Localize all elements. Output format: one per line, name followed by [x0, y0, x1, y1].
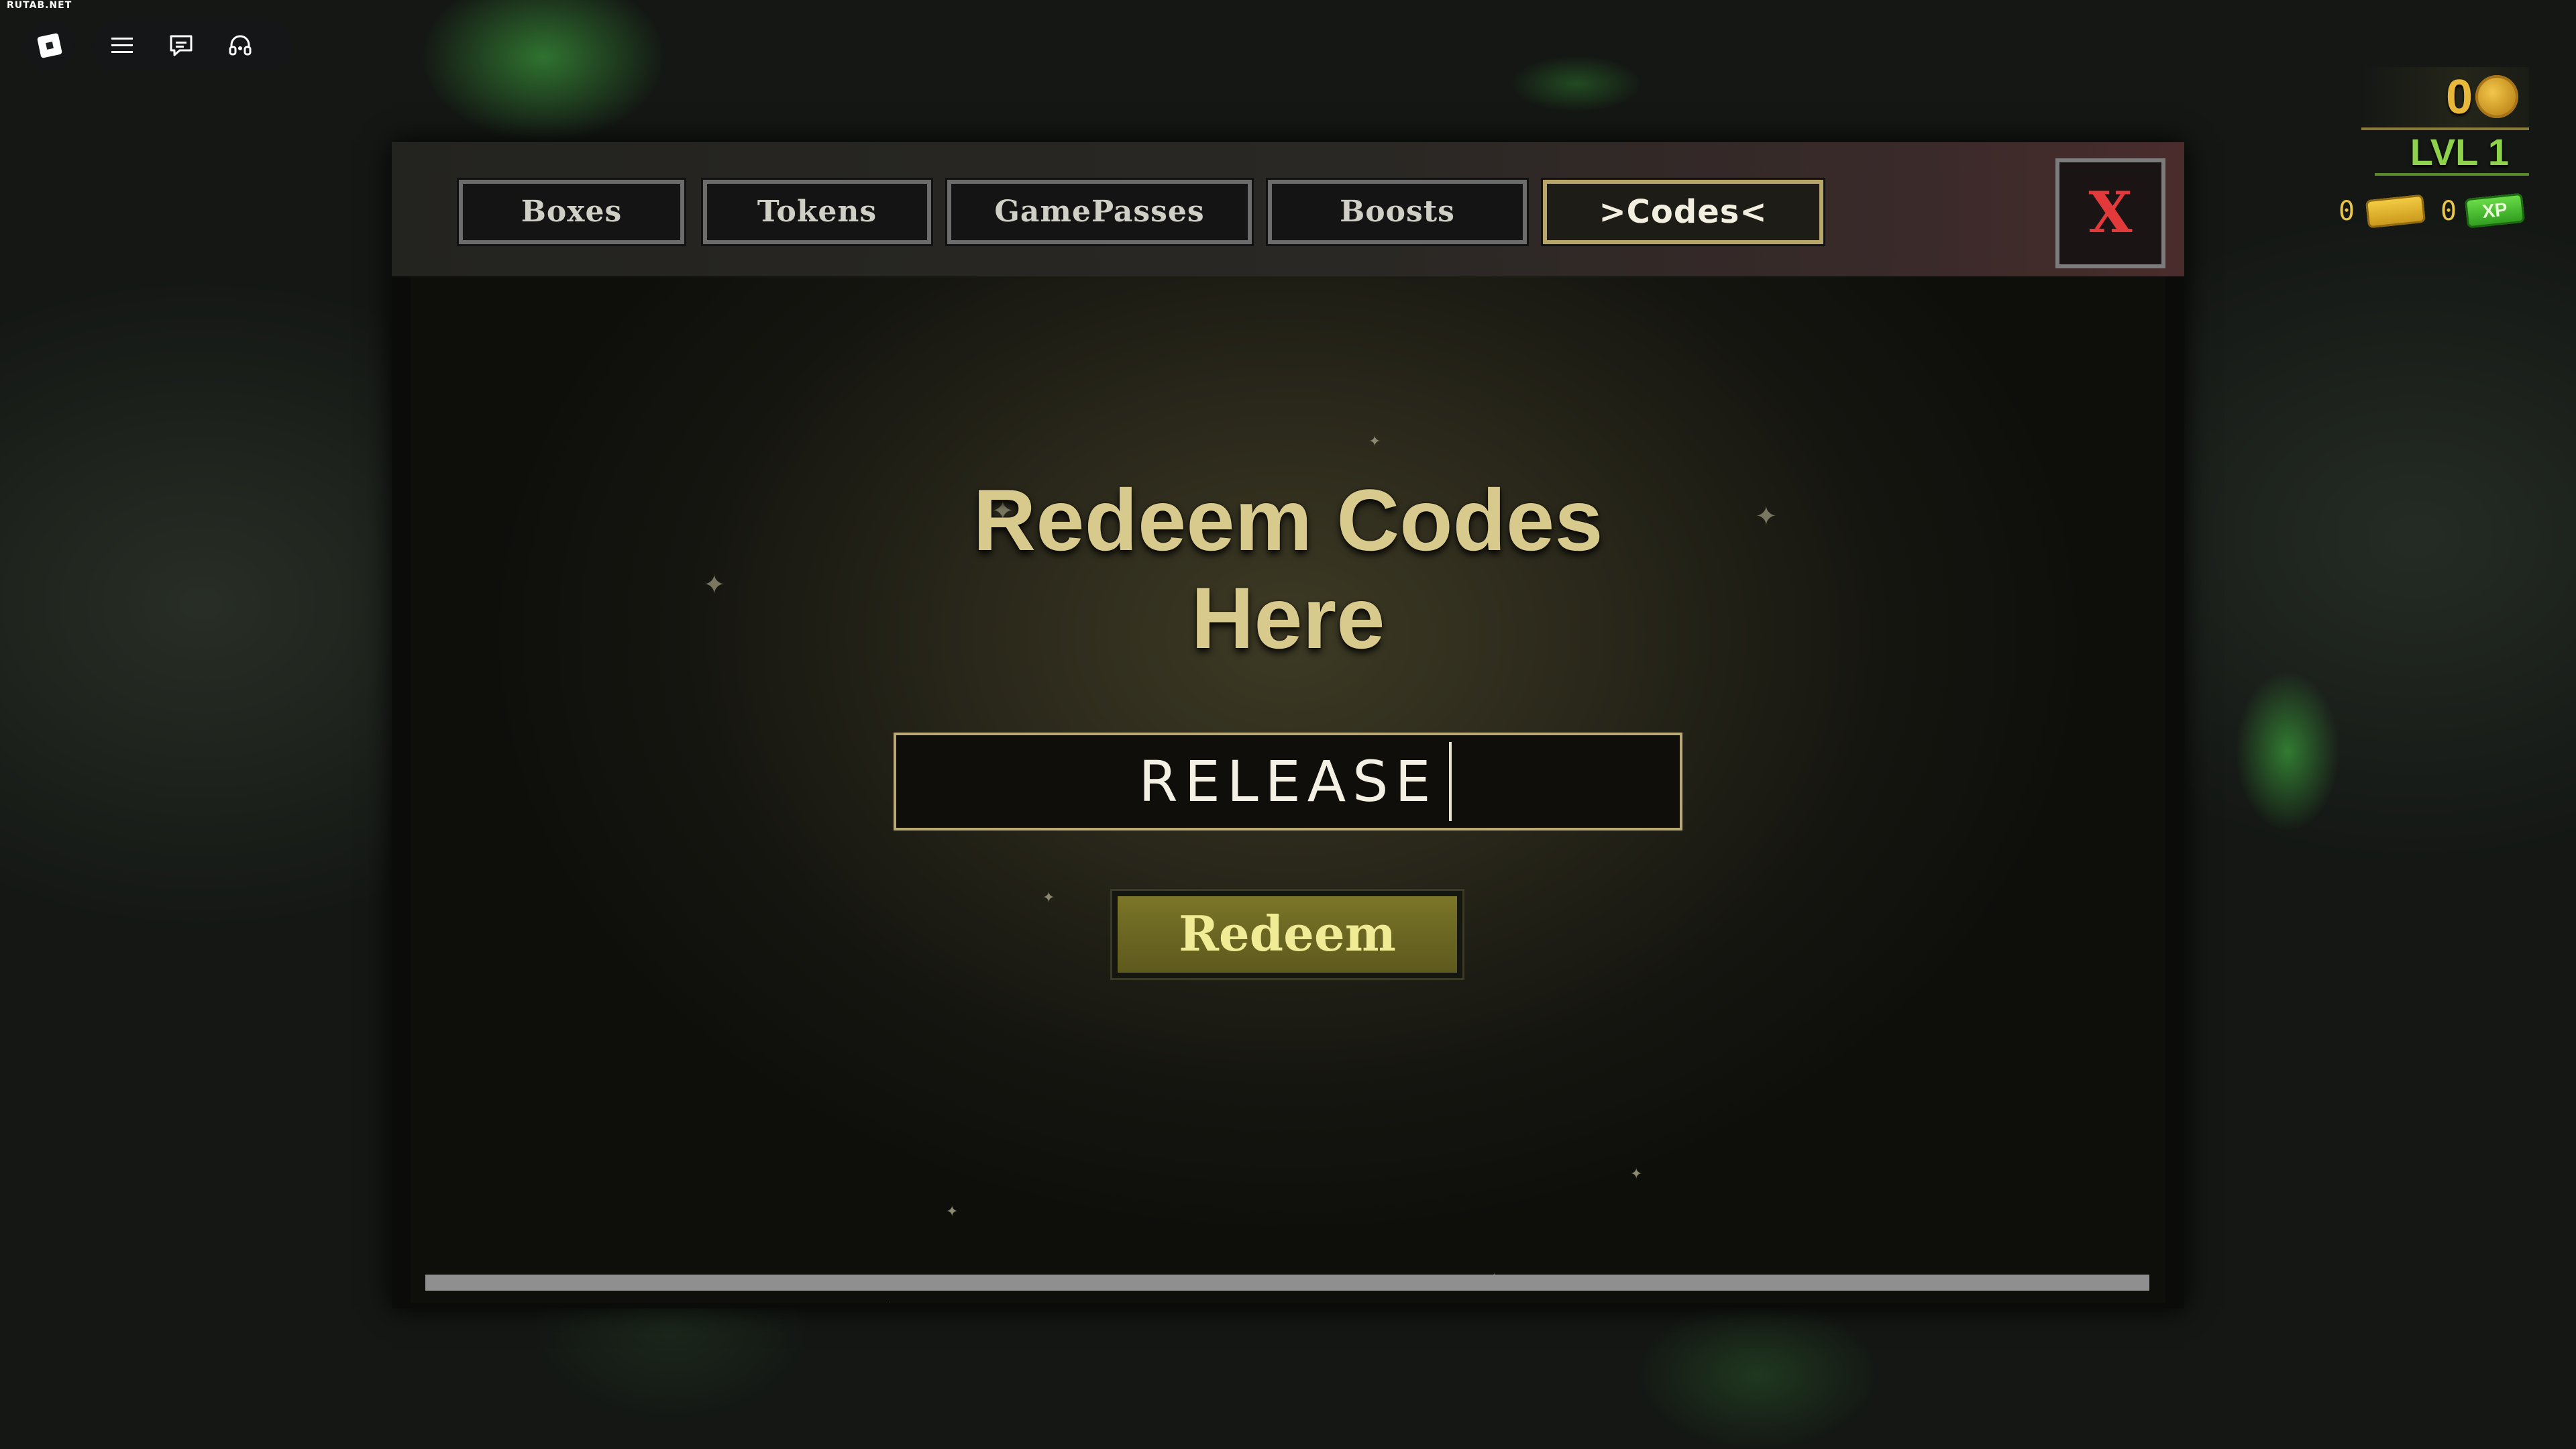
watermark-text: RUTAB.NET [7, 0, 72, 11]
coins-value: 0 [2445, 70, 2473, 124]
menu-icon[interactable] [109, 32, 136, 59]
roblox-logo-icon [37, 33, 62, 58]
xp-boosts-value: 0 [2440, 196, 2457, 227]
tab-bar: Boxes Tokens GamePasses Boosts >Codes< X [392, 142, 2184, 276]
redeem-title: Redeem Codes Here [411, 471, 2165, 667]
tab-boxes[interactable]: Boxes [457, 178, 686, 246]
coins-display: 0 [2361, 67, 2529, 130]
ticket-icon [2365, 194, 2426, 229]
sparkle-icon: ✦ [1042, 890, 1055, 906]
tab-gamepasses[interactable]: GamePasses [945, 178, 1254, 246]
text-caret [1449, 742, 1452, 821]
sparkle-icon: ✦ [879, 1299, 902, 1303]
redeem-title-line2: Here [1191, 569, 1385, 667]
code-input-box[interactable] [894, 733, 1682, 830]
tickets-value: 0 [2339, 196, 2355, 227]
sparkle-icon: ✦ [1630, 1166, 1643, 1183]
roblox-menu-button[interactable] [24, 20, 75, 71]
tab-boosts[interactable]: Boosts [1266, 178, 1529, 246]
tab-tokens[interactable]: Tokens [701, 178, 933, 246]
close-button[interactable]: X [2055, 158, 2165, 268]
code-input[interactable] [896, 735, 1680, 828]
roblox-controls-pill [91, 20, 292, 71]
redeem-title-line1: Redeem Codes [973, 471, 1603, 569]
headset-icon[interactable] [227, 32, 254, 59]
sparkle-icon: ✦ [1368, 433, 1381, 450]
level-display: LVL 1 [2375, 129, 2529, 176]
coin-icon [2475, 75, 2518, 118]
roblox-top-bar [24, 20, 292, 71]
scrollbar[interactable] [425, 1275, 2149, 1291]
sparkle-icon: ✦ [946, 1203, 959, 1220]
xp-icon: XP [2464, 193, 2526, 229]
tab-codes[interactable]: >Codes< [1541, 178, 1825, 246]
redeem-button[interactable]: Redeem [1110, 889, 1464, 980]
chat-icon[interactable] [168, 32, 195, 59]
shop-panel: Boxes Tokens GamePasses Boosts >Codes< X… [392, 142, 2184, 1308]
currency-row: 0 0 XP [2339, 192, 2540, 235]
xp-icon-label: XP [2481, 199, 2509, 222]
